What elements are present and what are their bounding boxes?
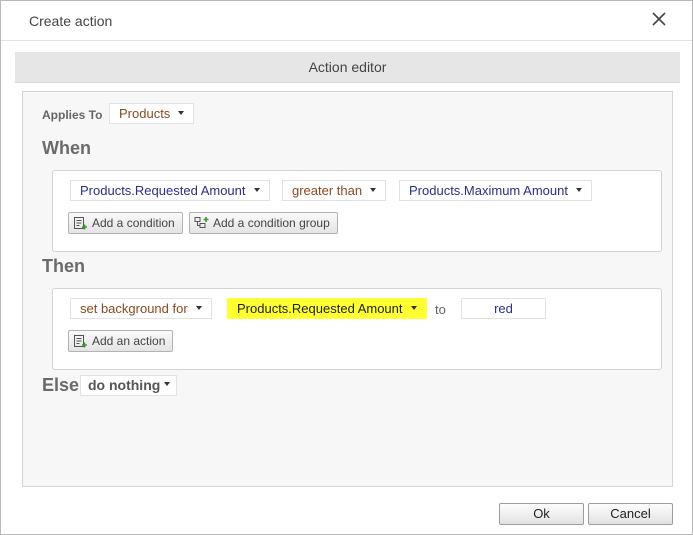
action-target-value: Products.Requested Amount xyxy=(237,301,403,316)
add-action-icon xyxy=(73,334,88,349)
condition-field-dropdown[interactable]: Products.Requested Amount xyxy=(70,180,270,201)
chevron-down-icon xyxy=(195,305,202,310)
add-action-label: Add an action xyxy=(92,334,166,348)
action-target-dropdown[interactable]: Products.Requested Amount xyxy=(227,298,427,319)
chevron-down-icon xyxy=(410,305,417,310)
action-verb-value: set background for xyxy=(80,301,188,316)
chevron-down-icon xyxy=(575,187,582,192)
when-label: When xyxy=(42,138,91,158)
condition-operator-dropdown[interactable]: greater than xyxy=(282,180,387,201)
then-label: Then xyxy=(42,256,85,276)
dialog-titlebar: Create action xyxy=(1,1,692,41)
add-condition-icon xyxy=(73,216,88,231)
action-editor-header: Action editor xyxy=(15,52,680,83)
applies-to-value: Products xyxy=(119,106,171,121)
else-action-value: do nothing xyxy=(88,377,161,393)
condition-value-dropdown[interactable]: Products.Maximum Amount xyxy=(399,180,592,201)
chevron-down-icon xyxy=(178,110,185,115)
else-action-dropdown[interactable]: do nothing xyxy=(80,375,178,396)
chevron-down-icon xyxy=(370,187,377,192)
add-condition-group-label: Add a condition group xyxy=(213,216,330,230)
add-condition-group-button[interactable]: Add a condition group xyxy=(189,212,338,234)
add-condition-label: Add a condition xyxy=(92,216,175,230)
applies-to-label: Applies To xyxy=(42,108,103,122)
applies-to-dropdown[interactable]: Products xyxy=(109,103,195,124)
ok-button[interactable]: Ok xyxy=(499,503,584,525)
cancel-button[interactable]: Cancel xyxy=(588,503,673,525)
action-to-label: to xyxy=(435,302,446,317)
chevron-down-icon xyxy=(253,187,260,192)
action-value-field[interactable]: red xyxy=(461,298,546,319)
create-action-dialog: Create action Action editor Applies To P… xyxy=(0,0,693,535)
add-action-button[interactable]: Add an action xyxy=(68,330,174,352)
add-condition-group-icon xyxy=(194,216,209,231)
else-label: Else xyxy=(42,375,80,395)
dialog-title: Create action xyxy=(29,13,113,29)
condition-value-value: Products.Maximum Amount xyxy=(409,183,568,198)
close-icon[interactable] xyxy=(646,6,672,32)
condition-field-value: Products.Requested Amount xyxy=(80,183,246,198)
action-verb-dropdown[interactable]: set background for xyxy=(70,298,212,319)
chevron-down-icon xyxy=(164,382,171,387)
condition-operator-value: greater than xyxy=(292,183,363,198)
add-condition-button[interactable]: Add a condition xyxy=(68,212,183,234)
